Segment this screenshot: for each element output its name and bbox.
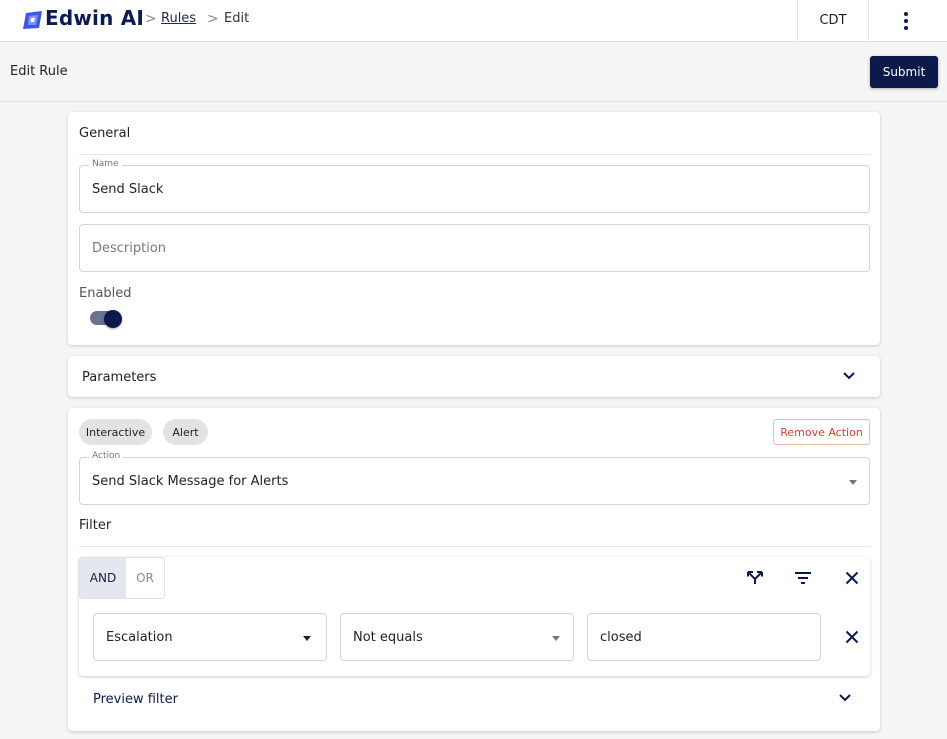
condition-operator-select[interactable]: Not equals — [340, 613, 574, 661]
divider — [79, 154, 870, 155]
action-select[interactable]: Action Send Slack Message for Alerts — [79, 451, 870, 505]
parameters-title: Parameters — [82, 370, 157, 385]
remove-action-button[interactable]: Remove Action — [773, 419, 870, 445]
condition-field-select[interactable]: Escalation — [93, 613, 327, 661]
timezone-label: CDT — [819, 13, 847, 28]
condition-value-input[interactable]: closed — [587, 613, 821, 661]
filter-list-icon[interactable] — [794, 571, 812, 585]
description-placeholder: Description — [92, 241, 167, 256]
action-select-value: Send Slack Message for Alerts — [92, 474, 289, 489]
page-header: Edit Rule Submit — [0, 42, 947, 102]
remove-action-label: Remove Action — [780, 425, 863, 439]
or-toggle[interactable]: OR — [126, 558, 164, 598]
breadcrumb-separator: > — [207, 11, 219, 27]
tag-chip-label: Interactive — [85, 425, 146, 439]
preview-filter-toggle[interactable]: Preview filter — [93, 692, 178, 707]
brand-name[interactable]: Edwin AI — [45, 6, 144, 30]
fork-icon[interactable] — [746, 569, 764, 587]
chevron-down-icon[interactable] — [838, 693, 852, 703]
close-icon[interactable] — [845, 571, 859, 585]
divider — [79, 546, 870, 547]
name-field[interactable]: Name Send Slack — [79, 159, 870, 213]
tag-chip: Interactive — [79, 419, 152, 445]
logic-toggle-group: AND OR — [79, 557, 165, 599]
dropdown-caret-icon — [552, 636, 560, 641]
condition-field-value: Escalation — [106, 630, 173, 645]
condition-operator-value: Not equals — [353, 630, 423, 645]
tag-chip-label: Alert — [172, 425, 199, 439]
filter-section-title: Filter — [79, 518, 112, 533]
top-bar: Edwin AI > Rules > Edit CDT — [0, 0, 947, 42]
tag-chip: Alert — [163, 419, 208, 445]
name-field-value[interactable]: Send Slack — [92, 182, 163, 197]
description-field[interactable]: Description — [79, 224, 870, 272]
breadcrumb-current: Edit — [224, 11, 250, 26]
timezone-button[interactable]: CDT — [797, 0, 869, 41]
page-title: Edit Rule — [10, 64, 68, 79]
and-toggle[interactable]: AND — [80, 558, 126, 598]
condition-value-text[interactable]: closed — [600, 630, 642, 645]
logo-mark-icon — [23, 11, 42, 29]
enabled-toggle-thumb[interactable] — [104, 310, 122, 328]
name-field-legend: Name — [89, 159, 122, 169]
breadcrumb-rules-link[interactable]: Rules — [161, 11, 196, 26]
chevron-down-icon[interactable] — [842, 371, 856, 381]
dropdown-caret-icon — [303, 636, 311, 641]
parameters-accordion[interactable] — [68, 356, 880, 397]
general-section-title: General — [79, 126, 131, 141]
submit-button[interactable]: Submit — [870, 56, 938, 88]
dropdown-caret-icon — [849, 480, 857, 485]
breadcrumb-separator: > — [145, 11, 157, 27]
close-icon[interactable] — [845, 630, 859, 644]
action-select-legend: Action — [89, 451, 124, 461]
more-vert-icon[interactable] — [893, 9, 919, 33]
enabled-label: Enabled — [79, 286, 132, 301]
